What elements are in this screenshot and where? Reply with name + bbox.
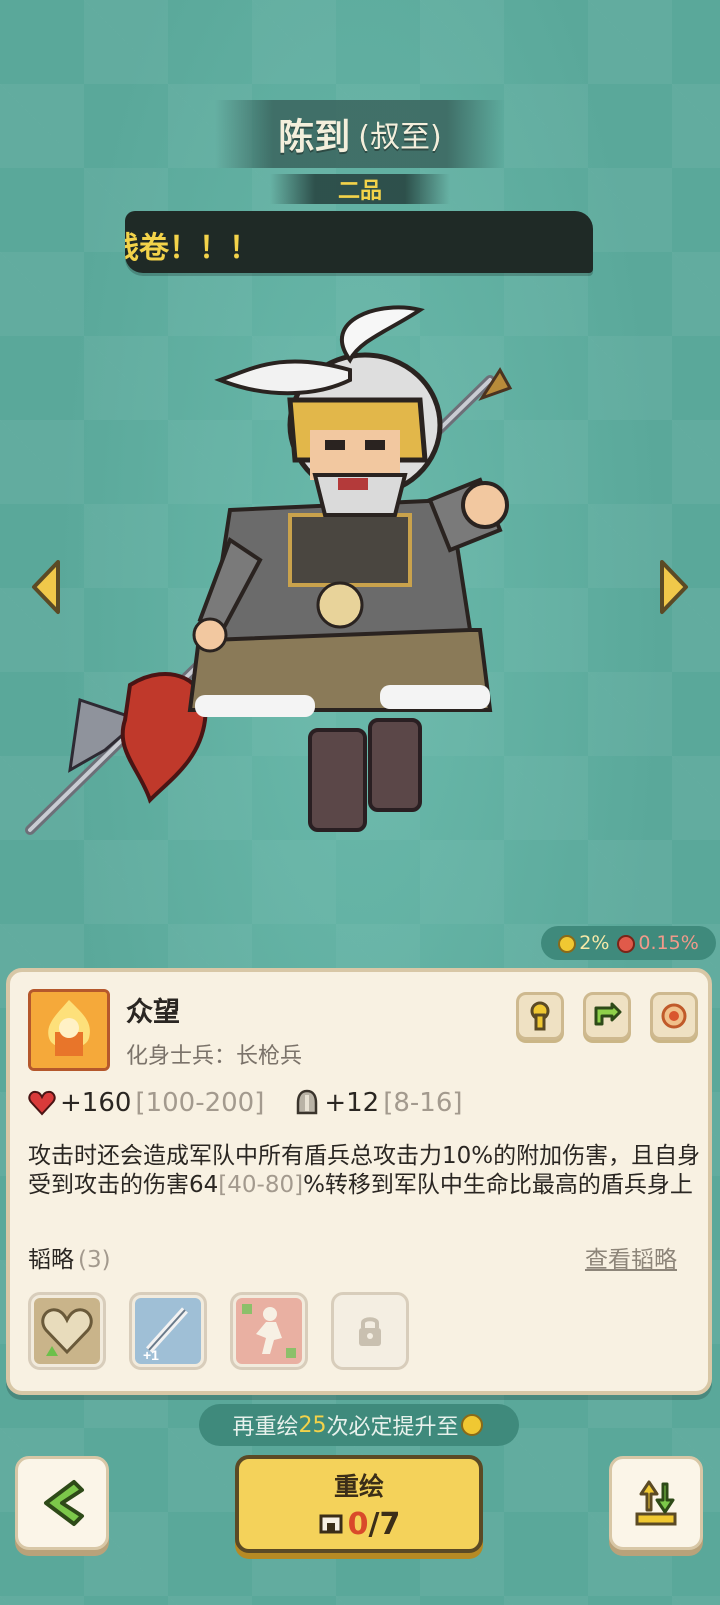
redraw-button[interactable]: 重绘 0/7 [235,1455,483,1553]
gold-coin-icon [460,1414,483,1436]
rank-label: 二品 [337,179,382,204]
skill-avatar-soldier: 化身士兵：长枪兵 [126,1044,303,1069]
gold-rate: 2% [579,932,610,954]
back-chevron-icon [44,1480,84,1526]
heart-icon [28,1090,56,1116]
red-coin-icon [617,934,636,953]
hp-bonus: +160 [60,1088,132,1118]
redraw-count: 0/7 [318,1506,401,1542]
skill-desc-part2: %转移到军队中生命比最高的盾兵身上 [303,1172,693,1198]
skill-panel: 众望 化身士兵：长枪兵 +160 [100-200] +12 [8-16] 攻击… [6,968,712,1395]
hint-suffix: 次必定提升至 [326,1415,459,1440]
odds-pill: 2% 0.15% [541,926,716,960]
speech-text: 钱卷！！！ [125,231,259,266]
redraw-guarantee-hint: 再重绘 25 次必定提升至 [199,1404,519,1446]
swap-arrow-icon [594,1002,622,1026]
lock-icon [359,1317,381,1346]
upgrade-button[interactable] [609,1456,703,1550]
general-name: 陈到 [278,117,351,158]
redraw-used: 0 [347,1506,369,1542]
view-strategies-link[interactable]: 查看韬略 [585,1240,677,1274]
strategies-count: (3) [78,1247,111,1273]
skill-stats-row: +160 [100-200] +12 [8-16] [28,1088,463,1118]
skill-name: 众望 [126,997,180,1028]
strategies-title: 韬略 [28,1247,74,1273]
redraw-total: /7 [368,1506,401,1542]
strategy-tile-soldier[interactable] [230,1292,308,1370]
skill-target-button[interactable] [650,992,698,1040]
speech-bubble: 钱卷！！！ [125,211,593,273]
target-coin-icon [661,1003,687,1029]
svg-text:+1: +1 [143,1347,159,1363]
skill-description: 攻击时还会造成军队中所有盾兵总攻击力10%的附加伤害，且自身受到攻击的伤害64[… [28,1142,704,1200]
running-soldier-icon [236,1298,302,1364]
scroll-ticket-icon [319,1514,343,1534]
sword-plus-icon: +1 [135,1298,201,1364]
skill-portrait-icon [28,989,110,1071]
def-bonus: +12 [324,1088,380,1118]
back-button[interactable] [15,1456,109,1550]
def-range: [8-16] [383,1088,463,1118]
general-courtesy-name: (叔至) [358,120,442,155]
upgrade-arrows-icon [635,1480,677,1526]
general-name-banner: 陈到 (叔至) [215,100,505,168]
shield-icon [297,1089,318,1115]
redraw-label: 重绘 [333,1471,384,1501]
skill-swap-button[interactable] [583,992,631,1040]
strategy-tile-sword[interactable]: +1 [129,1292,207,1370]
skill-desc-range: [40-80] [218,1172,304,1198]
flame-figure-icon [31,992,107,1068]
skill-lock-button[interactable] [516,992,564,1040]
strategy-tile-locked[interactable] [331,1292,409,1370]
hint-prefix: 再重绘 [232,1415,299,1440]
rank-bar: 二品 [270,174,450,204]
gold-coin-icon [558,934,577,953]
hint-count: 25 [298,1412,327,1438]
previous-general-chevron-left-icon[interactable] [28,558,64,616]
next-general-chevron-right-icon[interactable] [656,558,692,616]
keyhole-icon [530,1001,550,1031]
heart-up-icon [34,1298,100,1364]
strategies-label: 韬略 (3) [28,1240,111,1274]
general-character-sprite [25,305,513,835]
red-rate: 0.15% [638,932,699,954]
hp-range: [100-200] [135,1088,265,1118]
strategy-tile-heart[interactable] [28,1292,106,1370]
